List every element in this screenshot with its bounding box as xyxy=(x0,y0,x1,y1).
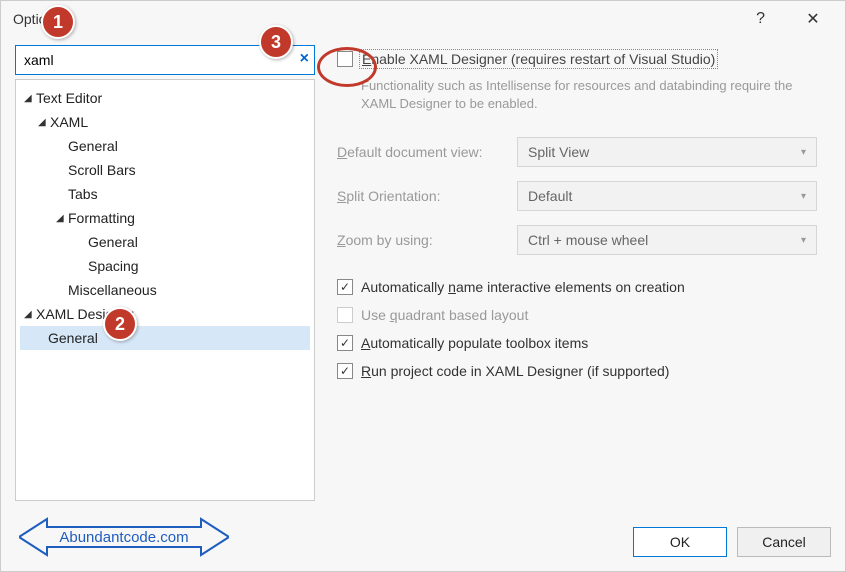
zoom-label: Zoom by using: xyxy=(337,232,517,248)
window-title: Options xyxy=(13,11,756,27)
chevron-down-icon: ▾ xyxy=(801,235,806,246)
annotation-badge-3: 3 xyxy=(259,25,293,59)
populate-label: Automatically populate toolbox items xyxy=(361,335,588,351)
split-orientation-label: Split Orientation: xyxy=(337,188,517,204)
default-view-label: Default document view: xyxy=(337,144,517,160)
auto-name-label: Automatically name interactive elements … xyxy=(361,279,685,295)
annotation-badge-1: 1 xyxy=(41,5,75,39)
zoom-select[interactable]: Ctrl + mouse wheel▾ xyxy=(517,225,817,255)
auto-name-row: Automatically name interactive elements … xyxy=(337,279,823,295)
help-button[interactable]: ? xyxy=(756,10,765,28)
run-project-label: Run project code in XAML Designer (if su… xyxy=(361,363,669,379)
settings-panel: Enable XAML Designer (requires restart o… xyxy=(329,45,831,501)
run-project-row: Run project code in XAML Designer (if su… xyxy=(337,363,823,379)
clear-search-icon[interactable]: × xyxy=(300,50,309,68)
tree-xaml-scrollbars[interactable]: Scroll Bars xyxy=(20,158,310,182)
dialog-footer: OK Cancel xyxy=(633,527,831,557)
quadrant-checkbox[interactable] xyxy=(337,307,353,323)
close-button[interactable]: ✕ xyxy=(793,9,833,29)
tree-xaml-general[interactable]: General xyxy=(20,134,310,158)
tree-text-editor[interactable]: ◢Text Editor xyxy=(20,86,310,110)
tree-xd-general[interactable]: General xyxy=(20,326,310,350)
tree-misc[interactable]: Miscellaneous xyxy=(20,278,310,302)
tree-fmt-spacing[interactable]: Spacing xyxy=(20,254,310,278)
options-tree[interactable]: ◢Text Editor ◢XAML General Scroll Bars T… xyxy=(15,79,315,501)
quadrant-row: Use quadrant based layout xyxy=(337,307,823,323)
annotation-ellipse xyxy=(317,47,377,87)
split-orientation-select[interactable]: Default▾ xyxy=(517,181,817,211)
designer-description: Functionality such as Intellisense for r… xyxy=(337,77,823,113)
options-dialog: Options ? ✕ × ◢Text Editor ◢XAML General… xyxy=(0,0,846,572)
auto-name-checkbox[interactable] xyxy=(337,279,353,295)
tree-xaml-designer[interactable]: ◢XAML Designer xyxy=(20,302,310,326)
quadrant-label: Use quadrant based layout xyxy=(361,307,528,323)
tree-formatting[interactable]: ◢Formatting xyxy=(20,206,310,230)
tree-xaml-tabs[interactable]: Tabs xyxy=(20,182,310,206)
populate-checkbox[interactable] xyxy=(337,335,353,351)
default-view-select[interactable]: Split View▾ xyxy=(517,137,817,167)
annotation-badge-2: 2 xyxy=(103,307,137,341)
tree-fmt-general[interactable]: General xyxy=(20,230,310,254)
cancel-button[interactable]: Cancel xyxy=(737,527,831,557)
chevron-down-icon: ▾ xyxy=(801,191,806,202)
ok-button[interactable]: OK xyxy=(633,527,727,557)
titlebar: Options ? ✕ xyxy=(1,1,845,37)
run-project-checkbox[interactable] xyxy=(337,363,353,379)
populate-row: Automatically populate toolbox items xyxy=(337,335,823,351)
tree-xaml[interactable]: ◢XAML xyxy=(20,110,310,134)
chevron-down-icon: ▾ xyxy=(801,147,806,158)
enable-xaml-designer-label: Enable XAML Designer (requires restart o… xyxy=(359,49,718,69)
watermark-banner: Abundantcode.com xyxy=(19,517,229,557)
